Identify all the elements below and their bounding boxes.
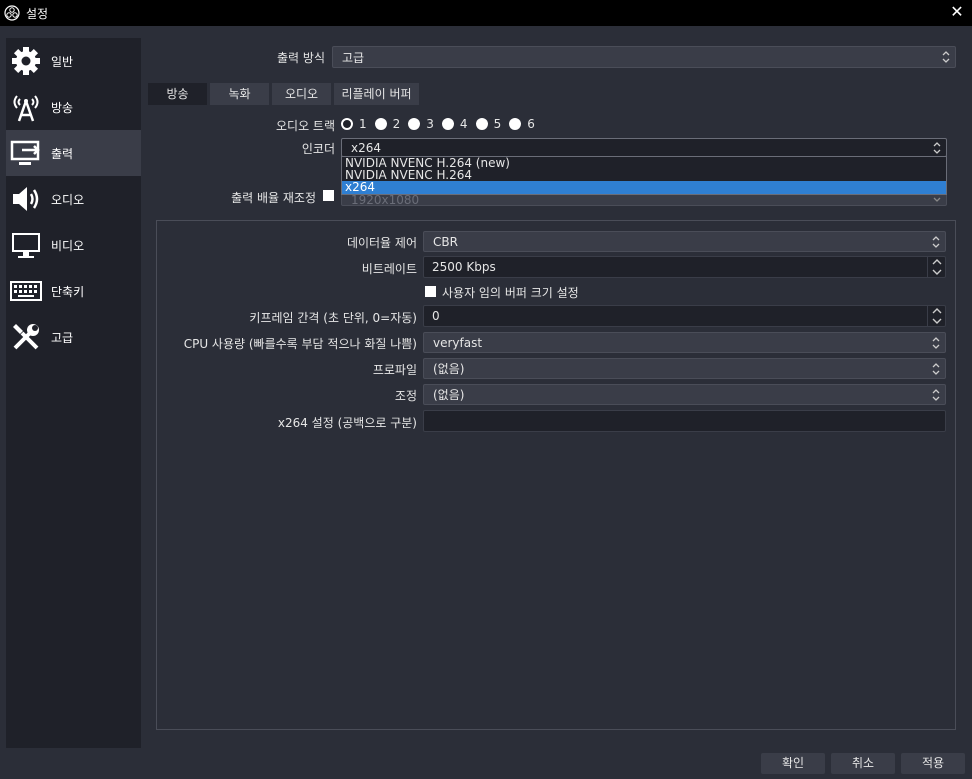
encoder-option-x264[interactable]: x264 xyxy=(342,181,946,194)
updown-arrow-icon xyxy=(927,333,945,352)
settings-sidebar: 일반 방송 출력 오디오 비디오 단축키 고급 xyxy=(6,38,141,748)
encoder-value: x264 xyxy=(351,140,382,155)
tune-select[interactable]: (없음) xyxy=(423,384,946,405)
updown-arrow-icon xyxy=(928,139,946,156)
obs-logo-icon xyxy=(4,5,20,21)
apply-button[interactable]: 적용 xyxy=(901,753,965,774)
audio-track-label: 오디오 트랙 xyxy=(275,119,335,133)
sidebar-item-label: 출력 xyxy=(51,146,74,161)
sidebar-item-advanced[interactable]: 고급 xyxy=(6,314,141,360)
radio-selected-icon xyxy=(341,118,353,130)
audio-track-radio-3[interactable]: 3 xyxy=(408,117,434,131)
custom-buffer-checkbox[interactable] xyxy=(425,286,436,297)
tab-stream[interactable]: 방송 xyxy=(148,83,207,105)
window-title: 설정 xyxy=(26,6,49,21)
radio-icon xyxy=(441,118,454,130)
radio-icon xyxy=(475,118,488,130)
audio-track-radio-4[interactable]: 4 xyxy=(441,117,468,131)
sidebar-item-label: 방송 xyxy=(51,100,74,115)
sidebar-item-label: 고급 xyxy=(51,330,74,345)
tab-audio[interactable]: 오디오 xyxy=(272,83,331,105)
title-bar: 설정 ✕ xyxy=(0,0,972,26)
sidebar-item-stream[interactable]: 방송 xyxy=(6,84,141,130)
audio-track-radio-5[interactable]: 5 xyxy=(475,117,501,131)
rate-control-value: CBR xyxy=(433,234,458,249)
sidebar-item-output[interactable]: 출력 xyxy=(6,130,141,176)
audio-track-radio-2[interactable]: 2 xyxy=(374,117,400,131)
keyboard-icon xyxy=(9,274,43,308)
output-mode-value: 고급 xyxy=(342,50,365,65)
rate-control-select[interactable]: CBR xyxy=(423,231,946,252)
output-mode-label: 출력 방식 xyxy=(277,51,325,65)
tab-recording[interactable]: 녹화 xyxy=(210,83,269,105)
output-monitor-icon xyxy=(9,136,43,170)
cpu-preset-label: CPU 사용량 (빠를수록 부담 적으나 화질 나쁨) xyxy=(183,337,417,351)
bitrate-label: 비트레이트 xyxy=(361,262,417,276)
spin-down-icon[interactable] xyxy=(927,267,945,277)
sidebar-item-label: 오디오 xyxy=(51,192,85,207)
audio-track-radio-1[interactable]: 1 xyxy=(341,117,367,131)
cpu-preset-value: veryfast xyxy=(433,335,483,350)
sidebar-item-hotkeys[interactable]: 단축키 xyxy=(6,268,141,314)
profile-value: (없음) xyxy=(433,362,465,376)
spin-up-icon[interactable] xyxy=(927,306,945,316)
profile-select[interactable]: (없음) xyxy=(423,358,946,379)
rescale-label: 출력 배율 재조정 xyxy=(231,191,316,205)
updown-arrow-icon xyxy=(937,47,955,67)
updown-arrow-icon xyxy=(927,359,945,378)
tune-value: (없음) xyxy=(433,388,465,402)
sidebar-item-video[interactable]: 비디오 xyxy=(6,222,141,268)
tune-label: 조정 xyxy=(394,389,417,403)
sidebar-item-label: 비디오 xyxy=(51,238,85,253)
tools-icon xyxy=(9,320,43,354)
bitrate-spinbox[interactable]: 2500 Kbps xyxy=(423,256,946,278)
profile-label: 프로파일 xyxy=(372,363,417,377)
spin-up-icon[interactable] xyxy=(927,257,945,267)
close-icon[interactable]: ✕ xyxy=(946,1,968,23)
audio-track-radio-6[interactable]: 6 xyxy=(509,117,535,131)
keyframe-label: 키프레임 간격 (초 단위, 0=자동) xyxy=(249,311,417,325)
encoder-select[interactable]: x264 xyxy=(341,138,947,157)
x264-options-label: x264 설정 (공백으로 구분) xyxy=(277,416,417,430)
tab-replay-buffer[interactable]: 리플레이 버퍼 xyxy=(334,83,419,105)
encoder-option-nvenc[interactable]: NVIDIA NVENC H.264 xyxy=(342,169,946,181)
sidebar-item-general[interactable]: 일반 xyxy=(6,38,141,84)
audio-track-radio-group: 1 2 3 4 5 6 xyxy=(341,116,543,132)
sidebar-item-label: 단축키 xyxy=(51,284,85,299)
broadcast-antenna-icon xyxy=(9,90,43,124)
x264-options-input[interactable] xyxy=(423,410,946,432)
speaker-icon xyxy=(9,182,43,216)
custom-buffer-label: 사용자 임의 버퍼 크기 설정 xyxy=(442,286,579,300)
cancel-button[interactable]: 취소 xyxy=(831,753,895,774)
keyframe-value: 0 xyxy=(432,309,440,323)
gear-icon xyxy=(9,44,43,78)
rate-control-label: 데이터율 제어 xyxy=(346,236,417,250)
sidebar-item-label: 일반 xyxy=(51,54,74,69)
spin-down-icon[interactable] xyxy=(927,316,945,326)
updown-arrow-icon xyxy=(927,385,945,404)
rescale-checkbox[interactable] xyxy=(323,190,334,201)
bitrate-value: 2500 Kbps xyxy=(432,260,496,274)
cpu-preset-select[interactable]: veryfast xyxy=(423,332,946,353)
ok-button[interactable]: 확인 xyxy=(761,753,825,774)
keyframe-spinbox[interactable]: 0 xyxy=(423,305,946,327)
radio-icon xyxy=(374,118,387,130)
radio-icon xyxy=(408,118,421,130)
encoder-label: 인코더 xyxy=(301,142,335,156)
encoder-dropdown-list: NVIDIA NVENC H.264 (new) NVIDIA NVENC H.… xyxy=(341,156,947,195)
monitor-icon xyxy=(9,228,43,262)
radio-icon xyxy=(509,118,522,130)
output-mode-select[interactable]: 고급 xyxy=(332,46,956,68)
sidebar-item-audio[interactable]: 오디오 xyxy=(6,176,141,222)
updown-arrow-icon xyxy=(927,232,945,251)
